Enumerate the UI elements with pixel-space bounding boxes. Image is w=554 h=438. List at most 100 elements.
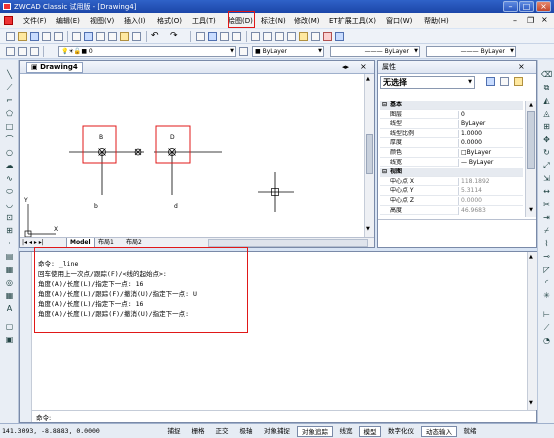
xline-icon[interactable]: ⟋ [4,83,15,93]
drawing-vertical-scrollbar[interactable]: ▲ ▼ [364,74,374,237]
tab-close-icon[interactable]: × [360,62,367,71]
break-at-point-icon[interactable]: ⌿ [541,226,552,236]
zoom-window-icon[interactable] [220,32,229,41]
collapse-toggle-icon[interactable]: ⊟ [381,168,388,176]
stretch-icon[interactable]: ⇲ [541,174,552,184]
status-toggle-0[interactable]: 捕捉 [163,426,185,437]
offset-icon[interactable]: ◬ [541,109,552,119]
lineweight-dropdown[interactable]: ——— ByLayer ▼ [426,46,516,57]
maximize-button[interactable]: □ [519,1,534,12]
trim-icon[interactable]: ✂ [541,200,552,210]
status-toggle-7[interactable]: 模型 [359,426,381,437]
layer-state-icon[interactable] [18,47,27,56]
doc-close-icon[interactable]: × [541,15,548,24]
property-row[interactable]: 中心点 X 118.1892 [380,177,523,187]
property-value[interactable]: ByLayer [458,120,523,129]
break-icon[interactable]: ⌇ [541,239,552,249]
toggle-pickadd-icon[interactable] [486,77,495,86]
property-row[interactable]: 颜色 □ByLayer [380,149,523,158]
property-row[interactable]: 图层 0 [380,110,523,120]
minimize-button[interactable]: – [503,1,518,12]
circle-icon[interactable]: ○ [4,148,15,158]
open-icon[interactable] [18,32,27,41]
scroll-thumb[interactable] [527,111,535,169]
menu-help[interactable]: 帮助(H) [424,16,449,26]
scroll-down-icon[interactable]: ▼ [527,207,535,215]
sheet-set-icon[interactable] [287,32,296,41]
tool-palette-icon[interactable] [275,32,284,41]
doc-restore-icon[interactable]: ❐ [527,16,534,25]
linetype-dropdown[interactable]: ——— ByLayer ▼ [330,46,420,57]
command-scrollbar[interactable]: ▲ ▼ [527,252,537,410]
selection-dropdown[interactable]: 无选择 ▼ [380,76,475,89]
gradient-icon[interactable]: ▦ [4,265,15,275]
property-value[interactable]: 46.9683 [458,206,523,215]
explode-icon[interactable]: ✳ [541,291,552,301]
scroll-down-icon[interactable]: ▼ [529,400,536,408]
property-value[interactable]: 0.0000 [458,197,523,205]
ellipse-icon[interactable]: ⬭ [4,187,15,197]
help-icon[interactable] [335,32,344,41]
layer-dropdown[interactable]: 💡☀🔓■ 0 ▼ [58,46,236,57]
status-toggle-6[interactable]: 线宽 [335,426,357,437]
boundary-icon[interactable]: ▣ [4,335,15,345]
insert-block-icon[interactable]: ⊡ [4,213,15,223]
menu-tools[interactable]: 工具(T) [192,16,216,26]
erase-icon[interactable]: ⌫ [541,70,552,80]
menu-file[interactable]: 文件(F) [23,16,47,26]
properties-scrollbar[interactable]: ▲ ▼ [525,101,536,217]
scroll-thumb[interactable] [366,134,373,174]
property-row[interactable]: 线型比例 1.0000 [380,129,523,139]
menu-modify[interactable]: 修改(M) [294,16,320,26]
dim-radius-icon[interactable]: ◔ [541,336,552,346]
scale-icon[interactable]: ⤢ [541,161,552,171]
status-toggle-3[interactable]: 极轴 [235,426,257,437]
join-icon[interactable]: ⊸ [541,252,552,262]
polyline-icon[interactable]: ⌐ [4,96,15,106]
property-row[interactable]: 线型 ByLayer [380,120,523,129]
revcloud-icon[interactable]: ☁ [4,161,15,171]
zoom-previous-icon[interactable] [232,32,241,41]
paste-icon[interactable] [108,32,117,41]
ellipse-arc-icon[interactable]: ◡ [4,200,15,210]
property-value[interactable]: 0.0000 [458,139,523,148]
table-icon[interactable]: ▦ [4,291,15,301]
property-value[interactable]: 5.3114 [458,187,523,196]
drawing-canvas[interactable]: B D b d Y X [20,74,364,238]
dim-linear-icon[interactable]: ⊢ [541,310,552,320]
array-icon[interactable]: ⊞ [541,122,552,132]
extend-icon[interactable]: ⇥ [541,213,552,223]
scroll-up-icon[interactable]: ▲ [366,76,373,84]
menu-edit[interactable]: 编辑(E) [56,16,80,26]
scroll-up-icon[interactable]: ▲ [527,102,535,110]
property-value[interactable]: 118.1892 [458,177,523,186]
menu-et-tools[interactable]: ET扩展工具(X) [329,16,376,26]
move-icon[interactable]: ✥ [541,135,552,145]
menu-view[interactable]: 视图(V) [90,16,114,26]
status-toggle-10[interactable]: 就绪 [459,426,481,437]
status-toggle-5[interactable]: 对象追踪 [297,426,333,437]
match-properties-icon[interactable] [120,32,129,41]
point-icon[interactable]: · [4,239,15,249]
scroll-down-icon[interactable]: ▼ [366,226,373,234]
dim-aligned-icon[interactable]: ⟋ [541,323,552,333]
command-input[interactable]: 命令: [32,410,536,422]
rotate-icon[interactable]: ↻ [541,148,552,158]
layer-previous-icon[interactable] [30,47,39,56]
design-center-icon[interactable] [263,32,272,41]
wipeout-icon[interactable]: ▢ [4,322,15,332]
save-icon[interactable] [30,32,39,41]
menu-insert[interactable]: 插入(I) [124,16,146,26]
status-toggle-1[interactable]: 栅格 [187,426,209,437]
doc-minimize-icon[interactable]: – [513,16,517,25]
new-icon[interactable] [6,32,15,41]
rectangle-icon[interactable]: □ [4,122,15,132]
markup-icon[interactable] [299,32,308,41]
preview-icon[interactable] [54,32,63,41]
drawing-tab[interactable]: ▣ Drawing4 [26,62,83,73]
property-row[interactable]: 中心点 Y 5.3114 [380,187,523,196]
fillet-icon[interactable]: ◜ [541,278,552,288]
status-toggle-9[interactable]: 动态输入 [421,426,457,437]
document-icon[interactable] [4,16,13,25]
brush-icon[interactable] [132,32,141,41]
